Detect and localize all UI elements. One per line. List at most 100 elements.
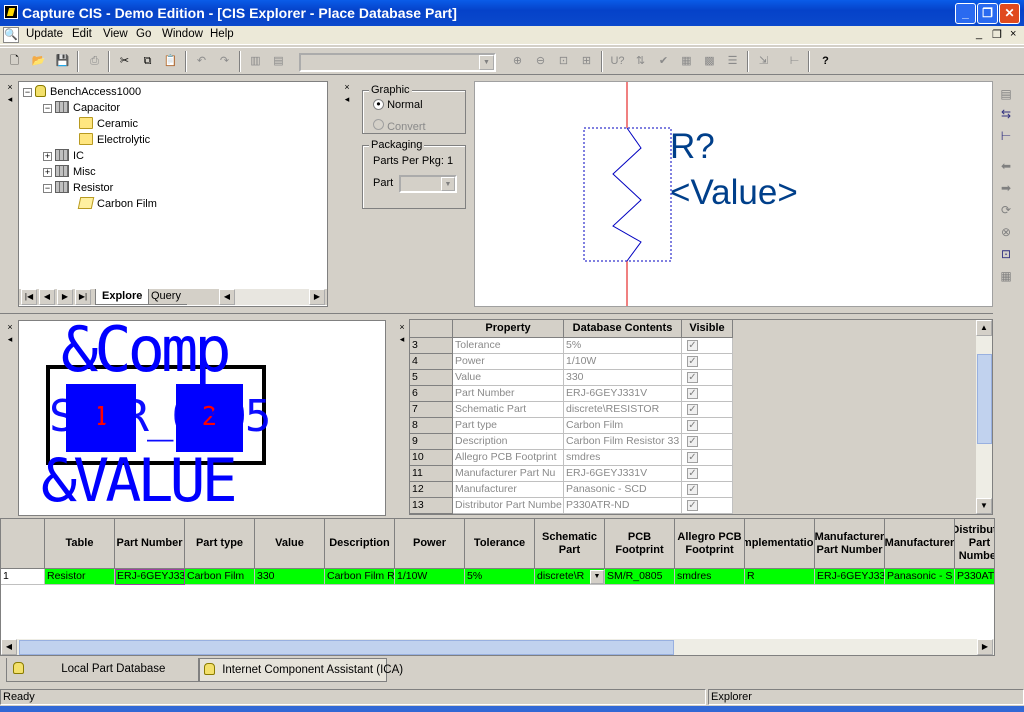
link-icon[interactable]: ⇆: [995, 104, 1017, 124]
result-cell[interactable]: Panasonic - S: [885, 569, 955, 585]
new-icon[interactable]: 🗋: [4, 51, 25, 71]
app-icon[interactable]: [4, 5, 18, 19]
db-icon[interactable]: ▤: [995, 84, 1017, 104]
tree-item-misc[interactable]: + Misc: [43, 165, 96, 178]
next-icon[interactable]: ▶: [57, 289, 73, 305]
tree-item-capacitor[interactable]: − Capacitor: [43, 101, 120, 114]
menu-update[interactable]: Update: [26, 28, 63, 40]
minimize-button[interactable]: _: [955, 3, 976, 24]
result-cell[interactable]: ERJ-6GEYJ33: [815, 569, 885, 585]
col-header[interactable]: PCB Footprint: [605, 519, 675, 569]
col-header[interactable]: Distributor Part Number: [955, 519, 994, 569]
result-cell[interactable]: 1/10W: [395, 569, 465, 585]
tree-item-ceramic[interactable]: Ceramic: [79, 117, 138, 130]
visible-checkbox[interactable]: ✓: [687, 420, 698, 431]
col-header[interactable]: Allegro PCB Footprint: [675, 519, 745, 569]
pane-collapse-icon[interactable]: ◂: [4, 94, 16, 106]
visible-checkbox[interactable]: ✓: [687, 484, 698, 495]
tile-icon[interactable]: ▥: [245, 51, 266, 71]
visible-checkbox[interactable]: ✓: [687, 452, 698, 463]
property-value[interactable]: 1/10W: [564, 354, 682, 370]
redo-icon[interactable]: ↷: [214, 51, 235, 71]
pane-collapse-icon[interactable]: ◂: [341, 94, 353, 106]
col-header[interactable]: Part Number: [115, 519, 185, 569]
snap-icon[interactable]: ⇲: [753, 51, 774, 71]
property-value[interactable]: Carbon Film: [564, 418, 682, 434]
scroll-thumb[interactable]: [19, 640, 674, 655]
open-icon[interactable]: 📂: [28, 51, 49, 71]
zoom-in-icon[interactable]: ⊕: [507, 51, 528, 71]
crossref-icon[interactable]: ▩: [699, 51, 720, 71]
menu-window[interactable]: Window: [162, 28, 203, 40]
normal-radio[interactable]: • Normal: [373, 98, 423, 111]
scroll-up-icon[interactable]: ▲: [976, 320, 992, 336]
stop-icon[interactable]: ⊗: [995, 222, 1017, 242]
netlist-icon[interactable]: ▦: [676, 51, 697, 71]
bom-icon[interactable]: ☰: [722, 51, 743, 71]
menu-edit[interactable]: Edit: [72, 28, 92, 40]
undo-icon[interactable]: ↶: [191, 51, 212, 71]
pane-close-icon[interactable]: ×: [396, 322, 408, 334]
result-cell[interactable]: Carbon Film R: [325, 569, 395, 585]
tree-item-resistor[interactable]: − Resistor: [43, 181, 113, 194]
visible-checkbox[interactable]: ✓: [687, 340, 698, 351]
col-header[interactable]: Power: [395, 519, 465, 569]
visible-checkbox[interactable]: ✓: [687, 356, 698, 367]
place-icon[interactable]: ⊡: [995, 244, 1017, 264]
save-icon[interactable]: 💾: [52, 51, 73, 71]
col-header[interactable]: Manufacturer Part Number: [815, 519, 885, 569]
result-cell[interactable]: P330AT: [955, 569, 994, 585]
maximize-button[interactable]: ❐: [977, 3, 998, 24]
property-value[interactable]: smdres: [564, 450, 682, 466]
mdi-restore-button[interactable]: ❐: [992, 28, 1002, 41]
help-icon[interactable]: ?: [815, 51, 836, 71]
col-header[interactable]: Description: [325, 519, 395, 569]
property-value[interactable]: discrete\RESISTOR: [564, 402, 682, 418]
part-select[interactable]: ▼: [399, 175, 457, 193]
scroll-right-icon[interactable]: ▶: [977, 639, 993, 655]
property-value[interactable]: ERJ-6GEYJ331V: [564, 386, 682, 402]
result-cell[interactable]: SM/R_0805: [605, 569, 675, 585]
property-value[interactable]: 330: [564, 370, 682, 386]
tree-root[interactable]: − BenchAccess1000: [23, 85, 141, 98]
property-value[interactable]: ERJ-6GEYJ331V: [564, 466, 682, 482]
properties-icon[interactable]: ▦: [995, 266, 1017, 286]
annotate-icon[interactable]: U?: [607, 51, 628, 71]
visible-checkbox[interactable]: ✓: [687, 468, 698, 479]
col-property[interactable]: Property: [453, 320, 564, 338]
tree-item-carbon-film[interactable]: Carbon Film: [77, 197, 157, 210]
results-hscrollbar[interactable]: ◀ ▶: [1, 639, 994, 655]
copy-icon[interactable]: ⧉: [137, 51, 158, 71]
pane-collapse-icon[interactable]: ◂: [4, 334, 16, 346]
visible-checkbox[interactable]: ✓: [687, 388, 698, 399]
tree-icon[interactable]: ⊢: [995, 126, 1017, 146]
scroll-down-icon[interactable]: ▼: [976, 498, 992, 514]
property-value[interactable]: Carbon Film Resistor 33: [564, 434, 682, 450]
paste-icon[interactable]: 📋: [160, 51, 181, 71]
result-cell[interactable]: 330: [255, 569, 325, 585]
pane-close-icon[interactable]: ×: [341, 82, 353, 94]
result-cell[interactable]: ERJ-6GEYJ33: [115, 569, 185, 585]
mdi-close-button[interactable]: ×: [1010, 28, 1016, 40]
tree-item-ic[interactable]: + IC: [43, 149, 84, 162]
pane-close-icon[interactable]: ×: [4, 322, 16, 334]
scroll-thumb[interactable]: [977, 354, 992, 444]
menu-view[interactable]: View: [103, 28, 128, 40]
chevron-down-icon[interactable]: ▼: [590, 570, 604, 584]
prop-vscrollbar[interactable]: ▲ ▼: [976, 320, 992, 514]
zoom-area-icon[interactable]: ⊡: [553, 51, 574, 71]
refresh-icon[interactable]: ⟳: [995, 200, 1017, 220]
pane-collapse-icon[interactable]: ◂: [396, 334, 408, 346]
tab-ica[interactable]: Internet Component Assistant (ICA): [199, 658, 403, 682]
hierarchy-icon[interactable]: ⊢: [784, 51, 805, 71]
scroll-left-icon[interactable]: ◀: [1, 639, 17, 655]
prev-icon[interactable]: ◀: [39, 289, 55, 305]
scroll-right-icon[interactable]: ▶: [309, 289, 325, 305]
forward-icon[interactable]: ➡: [995, 178, 1017, 198]
visible-checkbox[interactable]: ✓: [687, 372, 698, 383]
result-cell[interactable]: R: [745, 569, 815, 585]
pane-close-icon[interactable]: ×: [4, 82, 16, 94]
scroll-left-icon[interactable]: ◀: [219, 289, 235, 305]
col-database-contents[interactable]: Database Contents: [564, 320, 682, 338]
menu-help[interactable]: Help: [210, 28, 234, 40]
